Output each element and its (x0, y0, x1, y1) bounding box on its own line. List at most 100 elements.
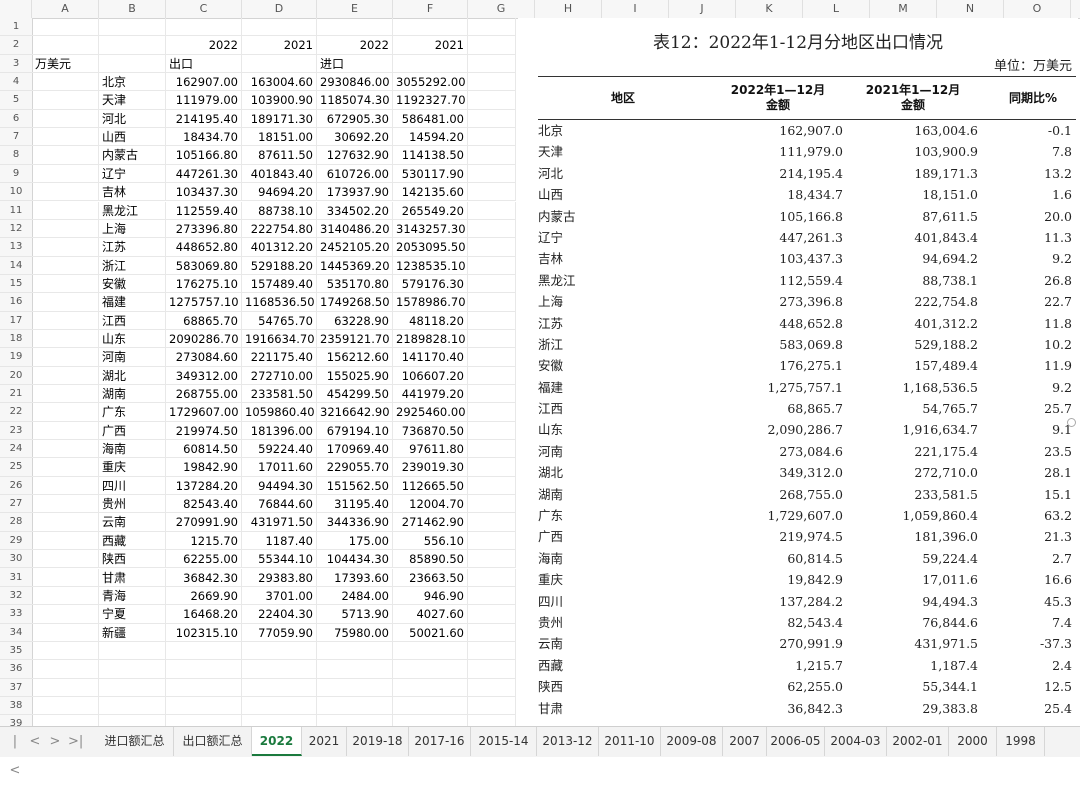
sheet-cell[interactable]: 湖南 (99, 385, 166, 404)
sheet-cell[interactable]: 103900.90 (242, 91, 317, 110)
sheet-tab-2019-18[interactable]: 2019-18 (347, 727, 409, 756)
empty-cell[interactable] (99, 696, 166, 716)
sheet-cell[interactable]: 103437.30 (166, 183, 242, 202)
empty-cell[interactable] (393, 641, 468, 661)
sheet-cell[interactable]: 127632.90 (317, 146, 393, 165)
empty-cell[interactable] (166, 660, 242, 679)
empty-cell[interactable] (166, 696, 242, 716)
next-sheet-button[interactable]: > (48, 727, 62, 757)
empty-cell[interactable] (32, 513, 99, 532)
row-header-31[interactable]: 31 (0, 569, 32, 587)
sheet-cell[interactable]: 23663.50 (393, 568, 468, 587)
sheet-cell[interactable]: 233581.50 (242, 385, 317, 404)
empty-cell[interactable] (468, 183, 516, 202)
sheet-cell[interactable]: 349312.00 (166, 366, 242, 385)
empty-cell[interactable] (32, 329, 99, 349)
sheet-cell[interactable]: 401843.40 (242, 164, 317, 184)
row-header-18[interactable]: 18 (0, 330, 32, 349)
column-header-o[interactable]: O (1004, 0, 1071, 18)
row-header-16[interactable]: 16 (0, 293, 32, 312)
sheet-cell[interactable]: 221175.40 (242, 348, 317, 367)
empty-cell[interactable] (32, 403, 99, 422)
empty-cell[interactable] (468, 238, 516, 257)
empty-cell[interactable] (242, 715, 317, 726)
empty-cell[interactable] (32, 36, 99, 55)
empty-cell[interactable] (393, 18, 468, 37)
row-header-2[interactable]: 2 (0, 36, 32, 55)
sheet-cell[interactable]: 114138.50 (393, 146, 468, 165)
sheet-cell[interactable]: 19842.90 (166, 458, 242, 477)
sheet-cell[interactable]: 556.10 (393, 531, 468, 551)
empty-cell[interactable] (393, 54, 468, 74)
sheet-cell[interactable]: 5713.90 (317, 605, 393, 624)
sheet-cell[interactable]: 112665.50 (393, 476, 468, 496)
empty-cell[interactable] (99, 18, 166, 37)
sheet-cell[interactable]: 17393.60 (317, 568, 393, 587)
sheet-cell[interactable]: 1185074.30 (317, 91, 393, 110)
empty-cell[interactable] (32, 421, 99, 441)
sheet-tab-2021[interactable]: 2021 (302, 727, 347, 756)
sheet-cell[interactable]: 431971.50 (242, 513, 317, 532)
resize-handle-icon[interactable] (1067, 418, 1076, 427)
sheet-cell[interactable]: 陕西 (99, 550, 166, 569)
row-header-10[interactable]: 10 (0, 183, 32, 202)
sheet-cell[interactable]: 270991.90 (166, 513, 242, 532)
empty-cell[interactable] (32, 311, 99, 330)
empty-cell[interactable] (317, 715, 393, 726)
empty-cell[interactable] (468, 73, 516, 92)
sheet-cell[interactable]: 68865.70 (166, 311, 242, 330)
row-header-15[interactable]: 15 (0, 275, 32, 294)
row-header-11[interactable]: 11 (0, 202, 32, 220)
row-header-20[interactable]: 20 (0, 367, 32, 385)
sheet-cell[interactable]: 2930846.00 (317, 73, 393, 92)
sheet-cell[interactable]: 1729607.00 (166, 403, 242, 422)
empty-cell[interactable] (32, 678, 99, 697)
empty-cell[interactable] (468, 36, 516, 55)
empty-cell[interactable] (468, 128, 516, 147)
sheet-cell[interactable]: 吉林 (99, 183, 166, 202)
empty-cell[interactable] (468, 329, 516, 349)
sheet-tab-2017-16[interactable]: 2017-16 (409, 727, 471, 756)
sheet-cell[interactable]: 111979.00 (166, 91, 242, 110)
sheet-cell[interactable]: 31195.40 (317, 495, 393, 514)
column-header-l[interactable]: L (803, 0, 870, 18)
row-header-8[interactable]: 8 (0, 146, 32, 165)
row-header-23[interactable]: 23 (0, 422, 32, 441)
row-header-14[interactable]: 14 (0, 257, 32, 275)
empty-cell[interactable] (166, 641, 242, 661)
sheet-cell[interactable]: 2090286.70 (166, 329, 242, 349)
sheet-cell[interactable]: 1445369.20 (317, 256, 393, 275)
sheet-cell[interactable]: 189171.30 (242, 109, 317, 129)
empty-cell[interactable] (166, 715, 242, 726)
empty-cell[interactable] (317, 696, 393, 716)
empty-cell[interactable] (32, 366, 99, 385)
sheet-cell[interactable]: 48118.20 (393, 311, 468, 330)
empty-cell[interactable] (32, 641, 99, 661)
sheet-cell[interactable]: 海南 (99, 440, 166, 459)
empty-cell[interactable] (468, 495, 516, 514)
empty-cell[interactable] (468, 366, 516, 385)
row-header-33[interactable]: 33 (0, 605, 32, 624)
sheet-cell[interactable]: 贵州 (99, 495, 166, 514)
row-header-34[interactable]: 34 (0, 624, 32, 642)
sheet-cell[interactable]: 浙江 (99, 256, 166, 275)
sheet-cell[interactable]: 22404.30 (242, 605, 317, 624)
empty-cell[interactable] (468, 146, 516, 165)
empty-cell[interactable] (317, 678, 393, 697)
sheet-cell[interactable]: 59224.40 (242, 440, 317, 459)
sheet-cell[interactable]: 586481.00 (393, 109, 468, 129)
row-header-3[interactable]: 3 (0, 55, 32, 74)
empty-cell[interactable] (317, 18, 393, 37)
column-header-m[interactable]: M (870, 0, 937, 18)
sheet-cell[interactable]: 102315.10 (166, 623, 242, 642)
sheet-cell[interactable]: 1059860.40 (242, 403, 317, 422)
sheet-cell[interactable]: 14594.20 (393, 128, 468, 147)
sheet-cell[interactable]: 辽宁 (99, 164, 166, 184)
sheet-cell[interactable]: 170969.40 (317, 440, 393, 459)
sheet-cell[interactable]: 新疆 (99, 623, 166, 642)
sheet-cell[interactable]: 广东 (99, 403, 166, 422)
cell-a3[interactable]: 万美元 (32, 54, 99, 74)
row-header-4[interactable]: 4 (0, 73, 32, 92)
sheet-cell[interactable]: 2189828.10 (393, 329, 468, 349)
sheet-tab-2006-05[interactable]: 2006-05 (767, 727, 825, 756)
